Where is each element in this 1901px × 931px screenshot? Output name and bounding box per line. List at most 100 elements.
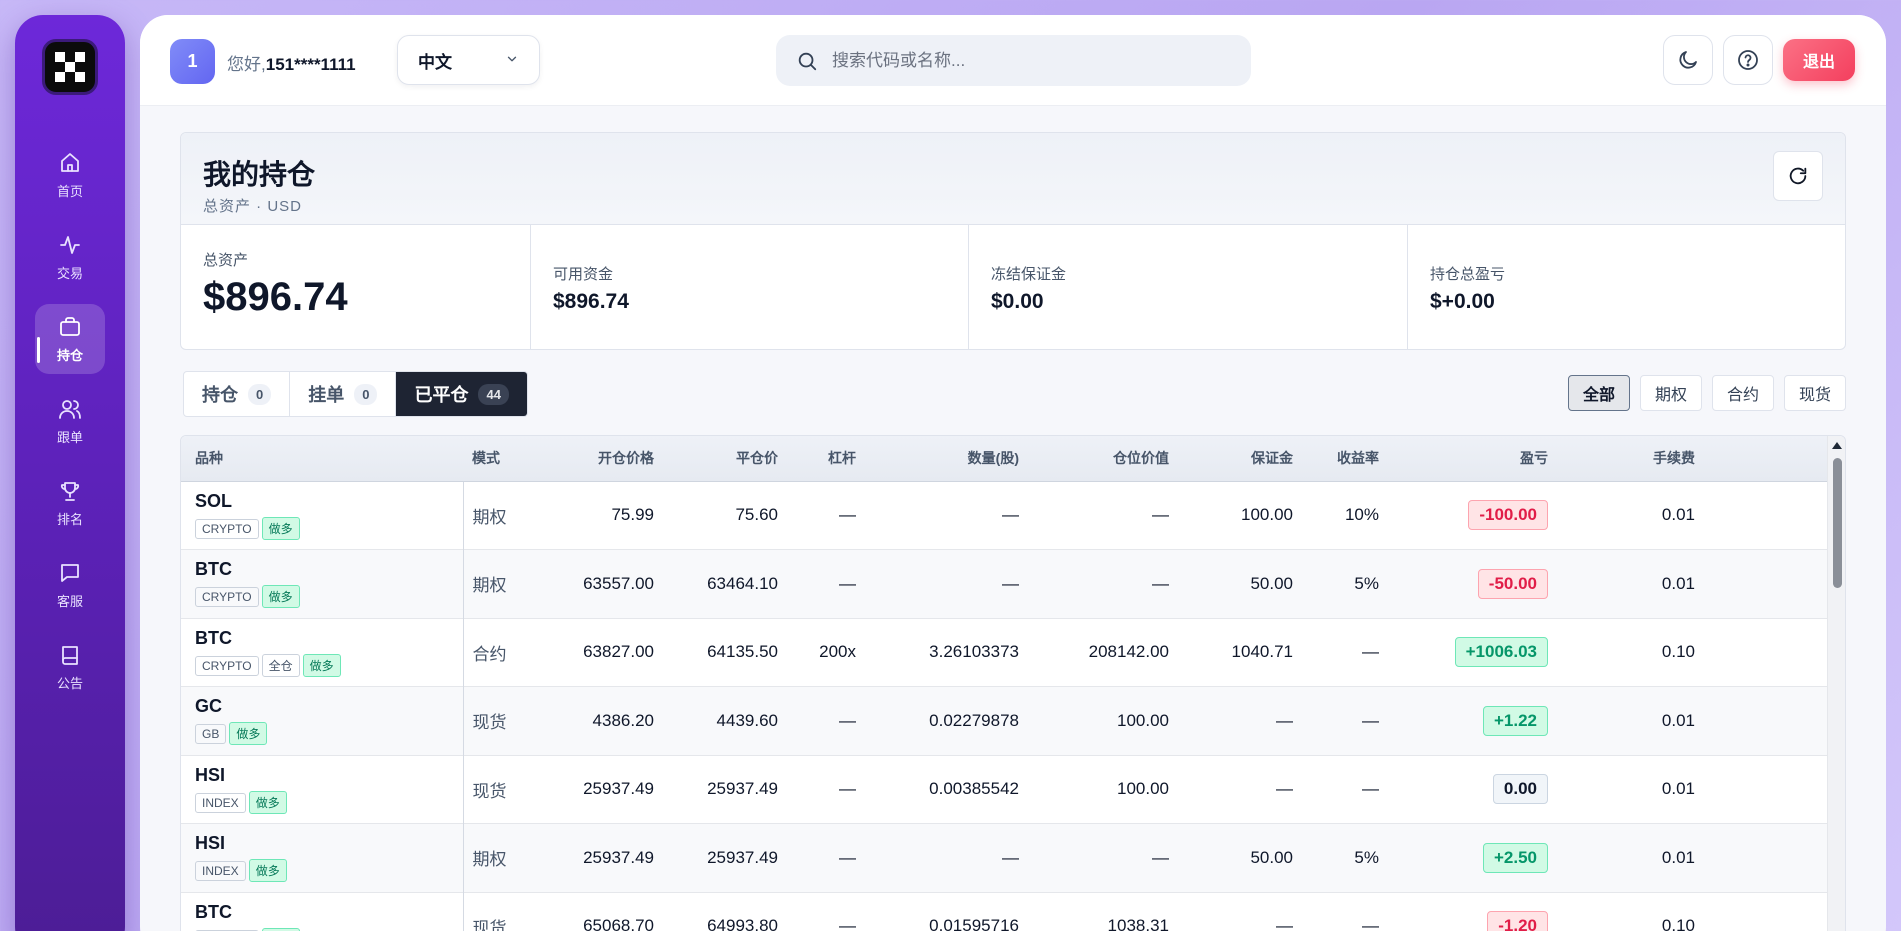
scrollbar-thumb[interactable] [1833,458,1842,588]
mode-cell: 期权 [472,507,507,527]
market-tag: CRYPTO [195,518,259,539]
tab-count-badge: 44 [478,383,509,405]
chat-icon [61,563,79,582]
table-row[interactable]: SOL CRYPTO 做多 期权 75.99 75.60— — —100.00 10% -100.… [181,481,1829,550]
stat-value: $896.74 [553,290,629,313]
sidebar-item-label: 持仓 [56,347,83,363]
tab-label: 持仓 [202,385,238,405]
table-row[interactable]: BTCCRYPTO做多现货 65068.70 64993.80 — 0.01595716… [181,892,1829,931]
page-title: 我的持仓 [203,159,316,190]
filter-all[interactable]: 全部 [1567,375,1630,411]
close-price-cell: 4439.60 [716,710,778,730]
column-header: 开仓价格 [533,436,654,482]
stat-value: $+0.00 [1430,290,1495,313]
row-spacer [1695,755,1829,824]
sidebar-item-label: 客服 [56,593,83,609]
sidebar-item-announcements[interactable]: 公告 [35,632,105,702]
tab-positions[interactable]: 持仓 0 [184,372,291,416]
position-value-cell: — [1152,847,1169,867]
sidebar-item-positions[interactable]: 持仓 [35,304,105,374]
pnl-cell: 0.00 [1379,755,1548,824]
users-icon [59,399,81,419]
scroll-up-arrow-icon[interactable] [1832,442,1842,449]
stat-available-funds: 可用资金 $896.74 [531,225,969,349]
close-price-cell: 25937.49 [707,779,778,799]
table-row[interactable]: BTC CRYPTO 全仓 做多 合约 63827.00 64135.50 200x 3.261… [181,618,1829,687]
summary-header: 我的持仓 总资产 · USD [181,133,1845,225]
avatar[interactable]: 1 [170,39,215,84]
stat-value: $0.00 [991,290,1044,313]
sidebar-item-home[interactable]: 首页 [35,140,105,210]
symbol-tags: GB 做多 [195,722,463,746]
table-row[interactable]: HSI INDEX 做多 期权 25937.49 25937.49— — —50.00 5% +2… [181,823,1829,892]
fee-cell: 0.01 [1661,710,1695,730]
sidebar-item-label: 排名 [56,511,83,527]
close-price-cell: 63464.10 [707,573,778,593]
logout-button[interactable]: 退出 [1783,39,1855,81]
position-value-cell: — [1152,505,1169,525]
close-price-cell: 64135.50 [707,642,778,662]
column-header: 平仓价 [654,436,778,482]
help-button[interactable] [1723,35,1773,85]
sidebar-item-ranking[interactable]: 排名 [35,468,105,538]
quantity-cell: 0.00385542 [929,779,1019,799]
sidebar-item-trade[interactable]: 交易 [35,222,105,292]
greeting-text: 您好, [227,55,266,74]
stat-label: 可用资金 [553,266,614,283]
sidebar-item-copytrade[interactable]: 跟单 [35,386,105,456]
theme-toggle-button[interactable] [1663,35,1713,85]
symbol-cell: GC GB 做多 [181,686,464,755]
tab-pending-orders[interactable]: 挂单 0 [290,372,397,416]
market-tag: CRYPTO [195,655,259,676]
language-select[interactable]: 中文 [397,35,540,85]
filter-options[interactable]: 期权 [1639,375,1702,411]
row-spacer [1695,550,1829,619]
trophy-icon [60,481,80,501]
mode-cell: 期权 [472,576,507,596]
filter-spot[interactable]: 现货 [1783,375,1846,411]
margin-cell: 50.00 [1250,847,1293,867]
search-input[interactable] [832,50,1232,71]
sidebar-item-label: 首页 [56,183,83,199]
table-header-row: 品种 模式 开仓价格 平仓价 杠杆 数量(股) 仓位价值 保证金 收益率 盈亏 … [181,436,1829,482]
stat-total-pnl: 持仓总盈亏 $+0.00 [1408,225,1845,349]
pnl-cell: +1.22 [1379,687,1548,756]
refresh-button[interactable] [1773,151,1823,201]
portfolio-summary-card: 我的持仓 总资产 · USD 总资产 $896.74 可用资金 $896.74 … [180,132,1846,350]
stat-label: 持仓总盈亏 [1430,266,1506,283]
tab-closed-positions[interactable]: 已平仓 44 [396,372,527,416]
pnl-cell: -1.20 [1379,892,1548,931]
activity-icon [60,235,80,254]
sidebar-item-label: 公告 [56,675,83,691]
pnl-badge: -50.00 [1477,568,1548,599]
column-header: 收益率 [1293,436,1379,482]
stat-label: 总资产 [203,252,249,269]
symbol-tags: INDEX 做多 [195,859,463,883]
side-badge: 做多 [248,790,287,814]
close-price-cell: 64993.80 [707,916,778,931]
quantity-cell: 3.26103373 [929,642,1019,662]
pnl-badge: 0.00 [1492,774,1548,805]
sidebar-item-support[interactable]: 客服 [35,550,105,620]
app-logo[interactable] [42,39,98,95]
table-row[interactable]: BTC CRYPTO 做多 期权 63557.00 63464.10— — —50.00 5% -… [181,549,1829,619]
table-row[interactable]: GC GB 做多 现货 4386.20 4439.60—0.02279878 100.00—… [181,686,1829,756]
symbol-cell: BTCCRYPTO做多 [181,892,464,931]
position-tabs: 持仓 0 挂单 0 已平仓 44 [183,371,528,417]
type-filters: 全部 期权 合约 现货 [1567,375,1846,411]
fee-cell: 0.01 [1661,779,1695,799]
quantity-cell: — [1002,847,1019,867]
closed-positions-table: 品种 模式 开仓价格 平仓价 杠杆 数量(股) 仓位价值 保证金 收益率 盈亏 … [180,435,1846,931]
table-scrollbar[interactable] [1827,436,1845,931]
margin-cell: 1040.71 [1231,642,1293,662]
margin-cell: — [1276,916,1293,931]
symbol-cell: HSI INDEX 做多 [181,755,464,824]
yield-cell: 5% [1354,573,1379,593]
search-bar[interactable] [776,35,1251,86]
market-tag: GB [195,724,227,745]
symbol-tags: CRYPTO 全仓 做多 [195,653,463,677]
margin-cell: 50.00 [1250,573,1293,593]
filter-contracts[interactable]: 合约 [1711,375,1774,411]
table-row[interactable]: HSI INDEX 做多 现货 25937.49 25937.49—0.00385542 1… [181,755,1829,824]
yield-cell: 5% [1354,847,1379,867]
